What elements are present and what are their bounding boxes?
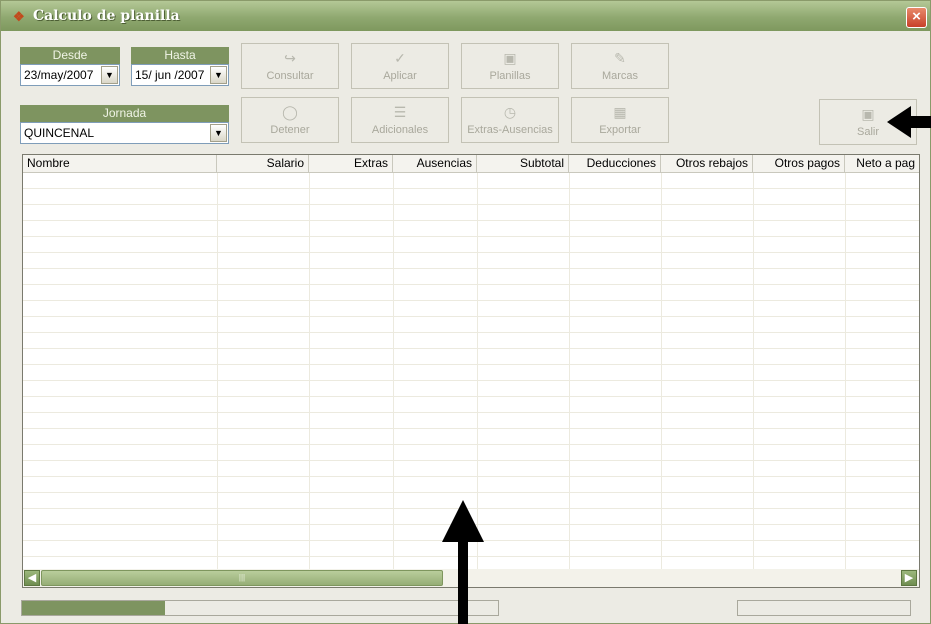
scroll-right-button[interactable]: ▶	[901, 570, 917, 586]
stop-icon: ◯	[282, 104, 298, 120]
window-title: Calculo de planilla	[33, 8, 180, 24]
detener-button[interactable]: ◯ Detener	[241, 97, 339, 143]
exportar-button[interactable]: ▦ Exportar	[571, 97, 669, 143]
column-header-extras[interactable]: Extras	[309, 155, 393, 173]
extras-ausencias-label: Extras-Ausencias	[467, 124, 553, 136]
marcas-button[interactable]: ✎ Marcas	[571, 43, 669, 89]
aplicar-button[interactable]: ✓ Aplicar	[351, 43, 449, 89]
chevron-right-icon: ▶	[904, 572, 914, 584]
detener-label: Detener	[270, 124, 310, 136]
consultar-label: Consultar	[266, 70, 314, 82]
column-divider	[753, 173, 754, 569]
payroll-icon: ▣	[503, 50, 517, 66]
arrow-shape	[887, 106, 931, 138]
planillas-button[interactable]: ▣ Planillas	[461, 43, 559, 89]
hasta-label: Hasta	[131, 47, 229, 64]
query-icon: ↪	[284, 50, 296, 66]
additions-icon: ☰	[393, 104, 407, 120]
column-header-salario[interactable]: Salario	[217, 155, 309, 173]
column-divider	[393, 173, 394, 569]
chevron-left-icon: ◀	[27, 572, 37, 584]
aplicar-label: Aplicar	[383, 70, 417, 82]
close-icon: ×	[912, 8, 921, 25]
arrow-shape	[442, 500, 484, 624]
column-divider	[217, 173, 218, 569]
column-header-neto-a-pagar[interactable]: Neto a pag	[845, 155, 919, 173]
apply-icon: ✓	[394, 50, 406, 66]
title-bar: ❖ Calculo de planilla ×	[1, 1, 930, 31]
extras-ausencias-button[interactable]: ◷ Extras-Ausencias	[461, 97, 559, 143]
desde-value: 23/may/2007	[24, 68, 94, 82]
annotation-arrow-up	[442, 500, 484, 624]
jornada-value: QUINCENAL	[24, 126, 95, 140]
progress-fill	[22, 601, 165, 615]
chevron-down-icon[interactable]: ▼	[101, 66, 118, 84]
column-header-nombre[interactable]: Nombre	[23, 155, 217, 173]
planillas-label: Planillas	[489, 70, 531, 82]
annotation-arrow-left	[887, 106, 931, 138]
column-divider	[309, 173, 310, 569]
export-icon: ▦	[613, 104, 627, 120]
column-header-deducciones[interactable]: Deducciones	[569, 155, 661, 173]
column-divider	[569, 173, 570, 569]
adicionales-label: Adicionales	[371, 124, 429, 136]
pencil-icon: ✎	[614, 50, 626, 66]
column-header-ausencias[interactable]: Ausencias	[393, 155, 477, 173]
clock-icon: ◷	[503, 104, 517, 120]
desde-date-picker[interactable]: 23/may/2007 ▼	[20, 64, 120, 86]
hasta-value: 15/ jun /2007	[135, 68, 205, 82]
chevron-down-icon[interactable]: ▼	[210, 66, 227, 84]
close-button[interactable]: ×	[906, 7, 927, 28]
marcas-label: Marcas	[601, 70, 639, 82]
column-header-subtotal[interactable]: Subtotal	[477, 155, 569, 173]
jornada-label: Jornada	[20, 105, 229, 122]
adicionales-button[interactable]: ☰ Adicionales	[351, 97, 449, 143]
exportar-label: Exportar	[599, 124, 641, 136]
consultar-button[interactable]: ↪ Consultar	[241, 43, 339, 89]
scroll-left-button[interactable]: ◀	[24, 570, 40, 586]
scrollbar-thumb[interactable]: |||	[41, 570, 443, 586]
chevron-down-icon[interactable]: ▼	[210, 124, 227, 142]
status-panel	[737, 600, 911, 616]
desde-label: Desde	[20, 47, 120, 64]
jornada-select[interactable]: QUINCENAL ▼	[20, 122, 229, 144]
progress-bar	[21, 600, 499, 616]
column-divider	[845, 173, 846, 569]
grip-icon: |||	[238, 573, 246, 582]
app-icon: ❖	[13, 9, 25, 24]
column-header-otros-rebajos[interactable]: Otros rebajos	[661, 155, 753, 173]
column-divider	[661, 173, 662, 569]
grid-header: Nombre Salario Extras Ausencias Subtotal…	[23, 155, 919, 173]
hasta-date-picker[interactable]: 15/ jun /2007 ▼	[131, 64, 229, 86]
column-header-otros-pagos[interactable]: Otros pagos	[753, 155, 845, 173]
